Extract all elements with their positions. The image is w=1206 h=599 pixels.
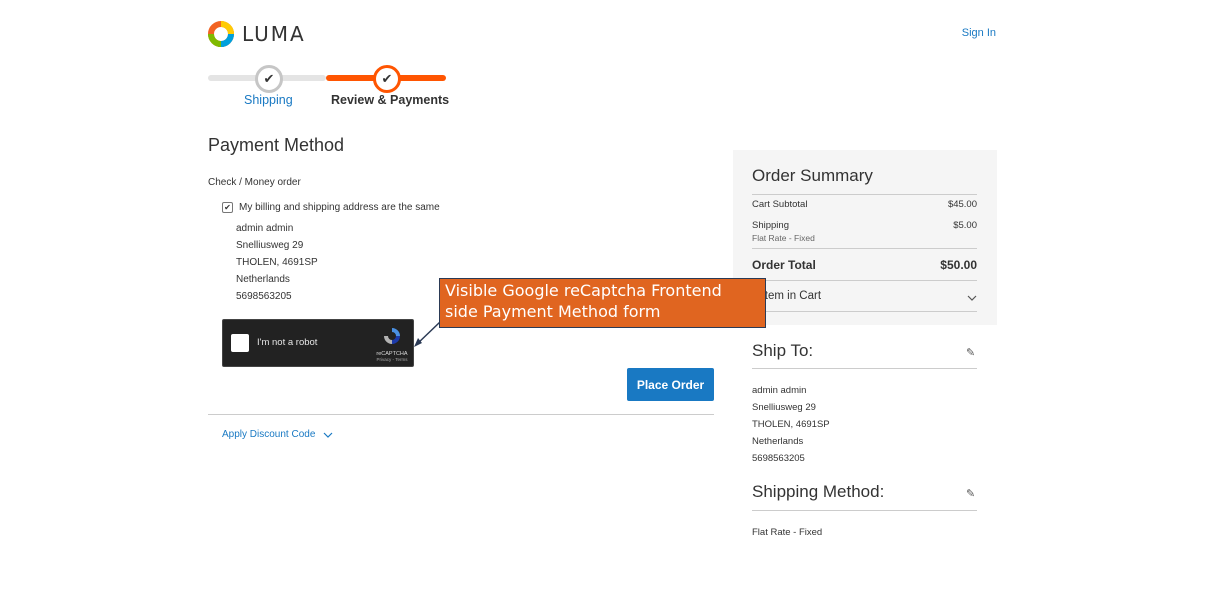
items-in-cart-toggle[interactable]: 1 Item in Cart [752, 290, 977, 302]
order-summary-title: Order Summary [752, 166, 873, 185]
shipping-value: $5.00 [953, 220, 977, 231]
order-total-label: Order Total [752, 258, 816, 272]
recaptcha-checkbox[interactable] [231, 334, 249, 352]
billing-same-checkbox-row[interactable]: ✔ My billing and shipping address are th… [222, 202, 440, 213]
place-order-button[interactable]: Place Order [627, 368, 714, 401]
edit-pencil-icon[interactable]: ✎ [966, 346, 975, 359]
payment-method-title: Payment Method [208, 135, 345, 155]
cart-subtotal-value: $45.00 [947, 199, 977, 210]
divider [208, 414, 714, 415]
ship-to-name: admin admin [752, 385, 807, 396]
step-review-label: Review & Payments [331, 93, 450, 107]
billing-city: THOLEN, 4691SP [236, 257, 318, 268]
apply-discount-label: Apply Discount Code [222, 429, 316, 440]
ship-to-country: Netherlands [752, 436, 804, 447]
divider [752, 368, 977, 369]
payment-method-name[interactable]: Check / Money order [208, 177, 301, 188]
billing-name: admin admin [236, 223, 294, 234]
recaptcha-label: I'm not a robot [257, 337, 318, 348]
recaptcha-terms-link[interactable]: Privacy - Terms [373, 357, 411, 362]
recaptcha-logo: reCAPTCHA Privacy - Terms [373, 326, 411, 362]
annotation-line-1: Visible Google reCaptcha Frontend [445, 281, 722, 300]
recaptcha-icon [384, 328, 400, 344]
cart-subtotal-label: Cart Subtotal [752, 199, 808, 210]
divider [752, 280, 977, 281]
billing-country: Netherlands [236, 274, 290, 285]
recaptcha-widget: I'm not a robot reCAPTCHA Privacy - Term… [222, 319, 414, 367]
ship-to-phone-link[interactable]: 5698563205 [752, 453, 805, 464]
billing-street: Snelliusweg 29 [236, 240, 304, 251]
shipping-row: Shipping $5.00 [752, 220, 977, 231]
divider [752, 194, 977, 195]
ship-to-title: Ship To: [752, 341, 814, 360]
step-review-check-icon: ✔ [373, 65, 401, 93]
chevron-down-icon [967, 295, 977, 301]
chevron-down-icon [323, 432, 333, 438]
logo-text: LUMA [242, 22, 306, 46]
order-total-value: $50.00 [940, 258, 977, 272]
luma-logo[interactable]: LUMA [208, 21, 306, 47]
billing-same-label: My billing and shipping address are the … [239, 202, 440, 213]
edit-pencil-icon[interactable]: ✎ [966, 487, 975, 500]
order-total-row: Order Total $50.00 [752, 258, 977, 272]
apply-discount-toggle[interactable]: Apply Discount Code [222, 429, 333, 440]
divider [752, 311, 977, 312]
annotation-callout: Visible Google reCaptcha Frontend side P… [439, 278, 766, 328]
shipping-method-value: Flat Rate - Fixed [752, 527, 823, 538]
shipping-method-title: Shipping Method: [752, 482, 885, 501]
divider [752, 248, 977, 249]
ship-to-city: THOLEN, 4691SP [752, 419, 830, 430]
shipping-label: Shipping [752, 220, 789, 231]
ship-to-street: Snelliusweg 29 [752, 402, 816, 413]
step-shipping-link[interactable]: Shipping [244, 93, 293, 107]
cart-subtotal-row: Cart Subtotal $45.00 [752, 199, 977, 210]
luma-logo-icon [208, 21, 234, 47]
shipping-method-sub: Flat Rate - Fixed [752, 233, 815, 243]
billing-same-checkbox[interactable]: ✔ [222, 202, 233, 213]
billing-phone-link[interactable]: 5698563205 [236, 291, 292, 302]
divider [752, 510, 977, 511]
annotation-line-2: side Payment Method form [445, 302, 661, 321]
sign-in-link[interactable]: Sign In [962, 27, 996, 39]
step-shipping-check-icon: ✔ [255, 65, 283, 93]
